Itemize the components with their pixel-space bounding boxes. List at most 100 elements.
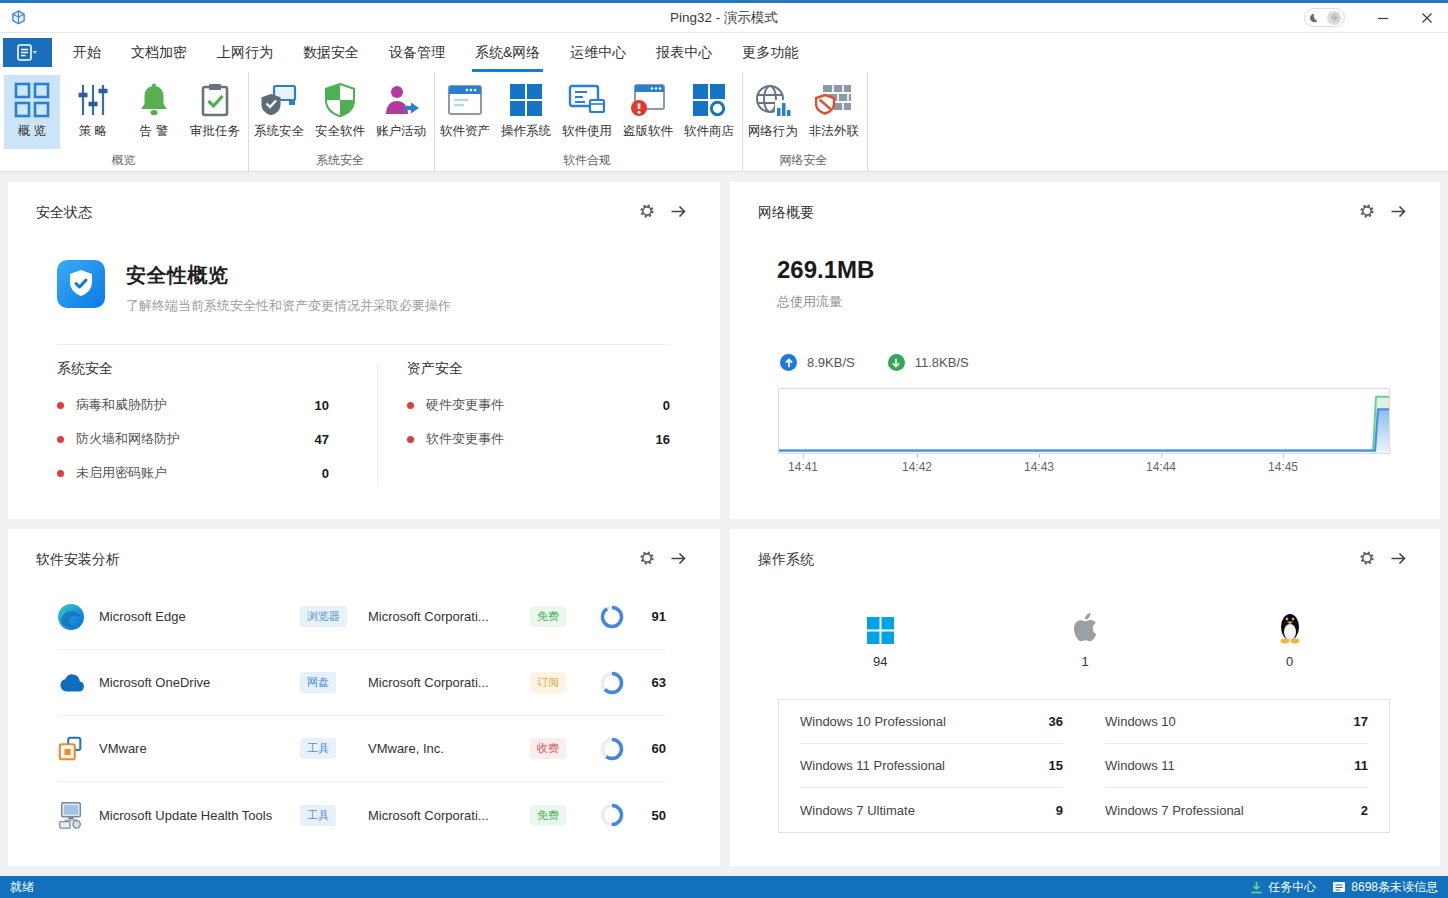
upload-icon bbox=[780, 354, 797, 371]
os-table-cell: Windows 7 Professional 2 bbox=[1105, 788, 1368, 832]
tab-start[interactable]: 开始 bbox=[58, 33, 116, 72]
dashboard-content: 安全状态 安全性概览 了解终端当前系统安全性和资产变更情况并采取必要操作 系统安… bbox=[0, 172, 1448, 876]
ribbon-group-label: 软件合规 bbox=[437, 149, 737, 171]
software-store-icon bbox=[691, 79, 727, 121]
alarm-icon bbox=[136, 79, 172, 121]
software-row-update-health-tools[interactable]: Microsoft Update Health Tools 工具 Microso… bbox=[57, 782, 666, 848]
ribbon-item-account-activity[interactable]: 账户活动 bbox=[373, 75, 429, 149]
windows-icon bbox=[867, 608, 894, 644]
tab-data-security[interactable]: 数据安全 bbox=[288, 33, 374, 72]
upload-rate: 8.9KB/S bbox=[807, 355, 855, 370]
operating-system-icon bbox=[508, 79, 544, 121]
ribbon-item-policy[interactable]: 策 略 bbox=[65, 75, 121, 149]
security-metric-row: 软件变更事件 16 bbox=[407, 422, 670, 456]
network-behavior-icon bbox=[754, 79, 792, 121]
tab-ops-center[interactable]: 运维中心 bbox=[555, 33, 641, 72]
divider bbox=[57, 344, 670, 345]
tab-web-behavior[interactable]: 上网行为 bbox=[202, 33, 288, 72]
software-asset-icon bbox=[446, 79, 484, 121]
ribbon-item-software-store[interactable]: 软件商店 bbox=[681, 75, 737, 149]
software-row-vmware[interactable]: VMware 工具 VMware, Inc. 收费 60 bbox=[57, 716, 666, 782]
settings-gear-icon[interactable] bbox=[639, 203, 655, 223]
ribbon-item-overview[interactable]: 概 览 bbox=[4, 75, 60, 149]
software-usage-icon bbox=[568, 79, 606, 121]
tab-more-features[interactable]: 更多功能 bbox=[727, 33, 813, 72]
category-badge: 浏览器 bbox=[300, 606, 347, 627]
price-badge: 收费 bbox=[530, 738, 566, 759]
open-arrow-icon[interactable] bbox=[670, 551, 687, 570]
close-button[interactable] bbox=[1412, 3, 1442, 32]
open-arrow-icon[interactable] bbox=[670, 204, 687, 223]
ribbon-item-operating-system[interactable]: 操作系统 bbox=[498, 75, 554, 149]
tab-system-network[interactable]: 系统&网络 bbox=[460, 33, 555, 72]
ribbon-item-network-behavior[interactable]: 网络行为 bbox=[745, 75, 801, 149]
open-arrow-icon[interactable] bbox=[1390, 204, 1407, 223]
ribbon-item-alarm[interactable]: 告 警 bbox=[126, 75, 182, 149]
card-title: 网络概要 bbox=[758, 204, 814, 222]
red-dot-icon bbox=[57, 436, 64, 443]
os-table-cell: Windows 10 Professional 36 bbox=[800, 700, 1063, 744]
category-badge: 工具 bbox=[300, 738, 336, 759]
chart-x-axis: 14:41 14:42 14:43 14:44 14:45 bbox=[778, 454, 1390, 478]
download-rate: 11.8KB/S bbox=[915, 355, 969, 370]
ribbon-group-system-security: 系统安全 安全软件 账户活动 系统安全 bbox=[249, 72, 435, 171]
platform-linux: 0 bbox=[1187, 608, 1392, 669]
policy-icon bbox=[75, 79, 111, 121]
red-dot-icon bbox=[407, 402, 414, 409]
minimize-button[interactable] bbox=[1368, 3, 1398, 32]
x-tick-label: 14:41 bbox=[788, 460, 818, 474]
total-traffic-value: 269.1MB bbox=[777, 256, 1440, 284]
menu-icon bbox=[17, 44, 38, 61]
ribbon-item-system-security[interactable]: 系统安全 bbox=[251, 75, 307, 149]
ribbon-item-pirated-software[interactable]: 盗版软件 bbox=[620, 75, 676, 149]
software-row-edge[interactable]: Microsoft Edge 浏览器 Microsoft Corporati..… bbox=[57, 584, 666, 650]
settings-gear-icon[interactable] bbox=[1359, 203, 1375, 223]
tab-report-center[interactable]: 报表中心 bbox=[641, 33, 727, 72]
software-row-onedrive[interactable]: Microsoft OneDrive 网盘 Microsoft Corporat… bbox=[57, 650, 666, 716]
security-overview-heading: 安全性概览 bbox=[126, 262, 451, 289]
ribbon-group-label: 系统安全 bbox=[251, 149, 429, 171]
security-shield-badge bbox=[57, 260, 105, 312]
update-health-tools-icon bbox=[57, 801, 85, 829]
card-title: 安全状态 bbox=[36, 204, 92, 222]
pirated-software-icon bbox=[629, 79, 667, 121]
operating-system-card: 操作系统 94 1 0 bbox=[730, 529, 1440, 866]
card-title: 软件安装分析 bbox=[36, 551, 120, 569]
ribbon-item-software-usage[interactable]: 软件使用 bbox=[559, 75, 615, 149]
moon-icon bbox=[1308, 13, 1318, 23]
ribbon-item-software-asset[interactable]: 软件资产 bbox=[437, 75, 493, 149]
ribbon-tab-row: 开始 文档加密 上网行为 数据安全 设备管理 系统&网络 运维中心 报表中心 更… bbox=[0, 33, 1448, 72]
unread-messages-button[interactable]: 8698条未读信息 bbox=[1332, 879, 1438, 896]
os-table-cell: Windows 10 17 bbox=[1105, 700, 1368, 744]
ribbon-item-approval[interactable]: 审批任务 bbox=[187, 75, 243, 149]
theme-toggle[interactable] bbox=[1304, 8, 1345, 27]
task-center-button[interactable]: 任务中心 bbox=[1250, 879, 1316, 896]
red-dot-icon bbox=[407, 436, 414, 443]
settings-gear-icon[interactable] bbox=[1359, 550, 1375, 570]
install-ring bbox=[600, 737, 624, 761]
x-tick-label: 14:44 bbox=[1146, 460, 1176, 474]
red-dot-icon bbox=[57, 402, 64, 409]
ribbon-item-security-software[interactable]: 安全软件 bbox=[312, 75, 368, 149]
settings-gear-icon[interactable] bbox=[639, 550, 655, 570]
vmware-icon bbox=[57, 735, 85, 763]
message-icon bbox=[1332, 881, 1346, 893]
ribbon-item-illegal-connection[interactable]: 非法外联 bbox=[806, 75, 862, 149]
ribbon-group-overview: 概 览 策 略 告 警 审批任务 概览 bbox=[2, 72, 249, 171]
approval-icon bbox=[197, 79, 233, 121]
open-arrow-icon[interactable] bbox=[1390, 551, 1407, 570]
price-badge: 免费 bbox=[530, 805, 566, 826]
ribbon-toolbar: 概 览 策 略 告 警 审批任务 概览 bbox=[0, 72, 1448, 172]
security-metric-row: 防火墙和网络防护 47 bbox=[57, 422, 329, 456]
security-metric-row: 未启用密码账户 0 bbox=[57, 456, 329, 490]
system-security-icon bbox=[260, 79, 298, 121]
ribbon-group-label: 网络安全 bbox=[745, 149, 862, 171]
tab-doc-encrypt[interactable]: 文档加密 bbox=[116, 33, 202, 72]
main-menu-button[interactable] bbox=[3, 38, 52, 67]
security-metric-row: 硬件变更事件 0 bbox=[407, 388, 670, 422]
download-icon bbox=[888, 354, 905, 371]
tab-device-mgmt[interactable]: 设备管理 bbox=[374, 33, 460, 72]
x-tick-label: 14:43 bbox=[1024, 460, 1054, 474]
platform-windows: 94 bbox=[778, 608, 983, 669]
category-badge: 网盘 bbox=[300, 672, 336, 693]
